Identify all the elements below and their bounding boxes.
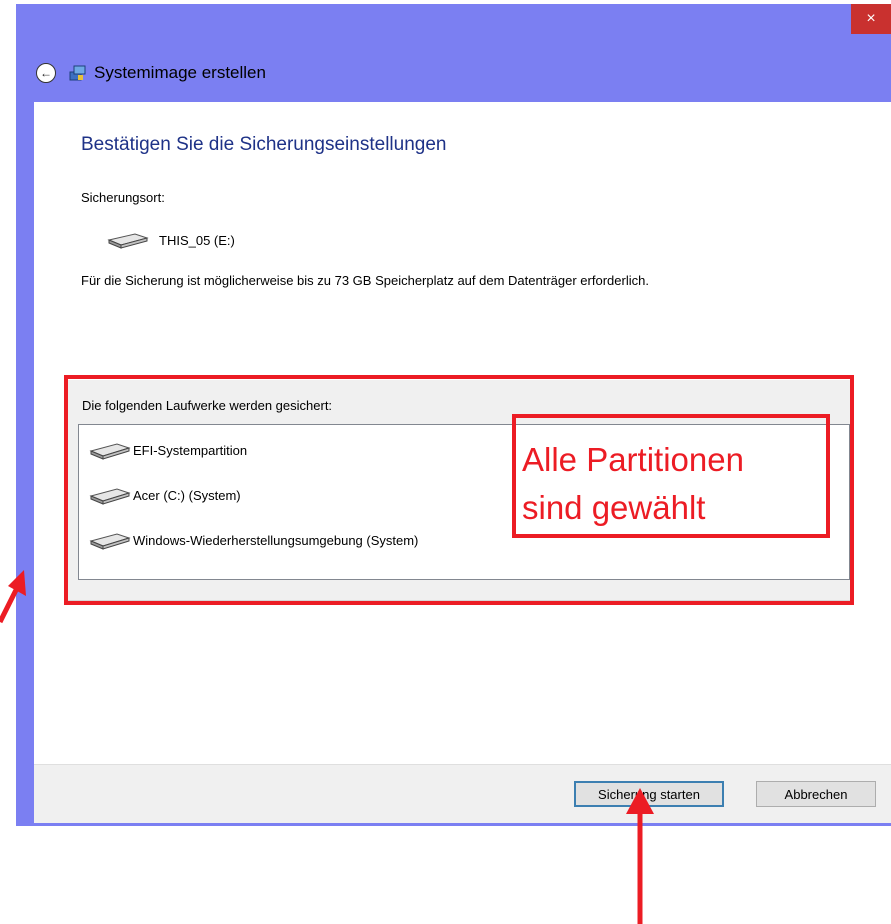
window-title: Systemimage erstellen: [94, 63, 266, 82]
space-requirement-text: Für die Sicherung ist möglicherweise bis…: [81, 273, 649, 288]
hard-drive-icon: [107, 233, 149, 249]
annotation-text: Alle Partitionen sind gewählt: [522, 436, 744, 532]
annotation-line-2: sind gewählt: [522, 489, 706, 526]
annotation-arrow-left-icon: [0, 570, 26, 624]
title-row: ← Systemimage erstellen: [36, 58, 266, 88]
annotation-arrow-up-icon: [626, 788, 654, 924]
cancel-button[interactable]: Abbrechen: [756, 781, 876, 807]
backup-location-drive: THIS_05 (E:): [105, 230, 235, 250]
backup-location-label: Sicherungsort:: [81, 190, 165, 205]
backup-icon: [69, 65, 86, 81]
location-drive-label: THIS_05 (E:): [159, 232, 235, 248]
annotation-line-1: Alle Partitionen: [522, 441, 744, 478]
close-button[interactable]: ×: [851, 4, 891, 34]
dialog-footer: Sicherung starten Abbrechen: [34, 764, 891, 823]
page-heading: Bestätigen Sie die Sicherungseinstellung…: [81, 134, 447, 155]
back-arrow-icon[interactable]: ←: [36, 63, 56, 83]
